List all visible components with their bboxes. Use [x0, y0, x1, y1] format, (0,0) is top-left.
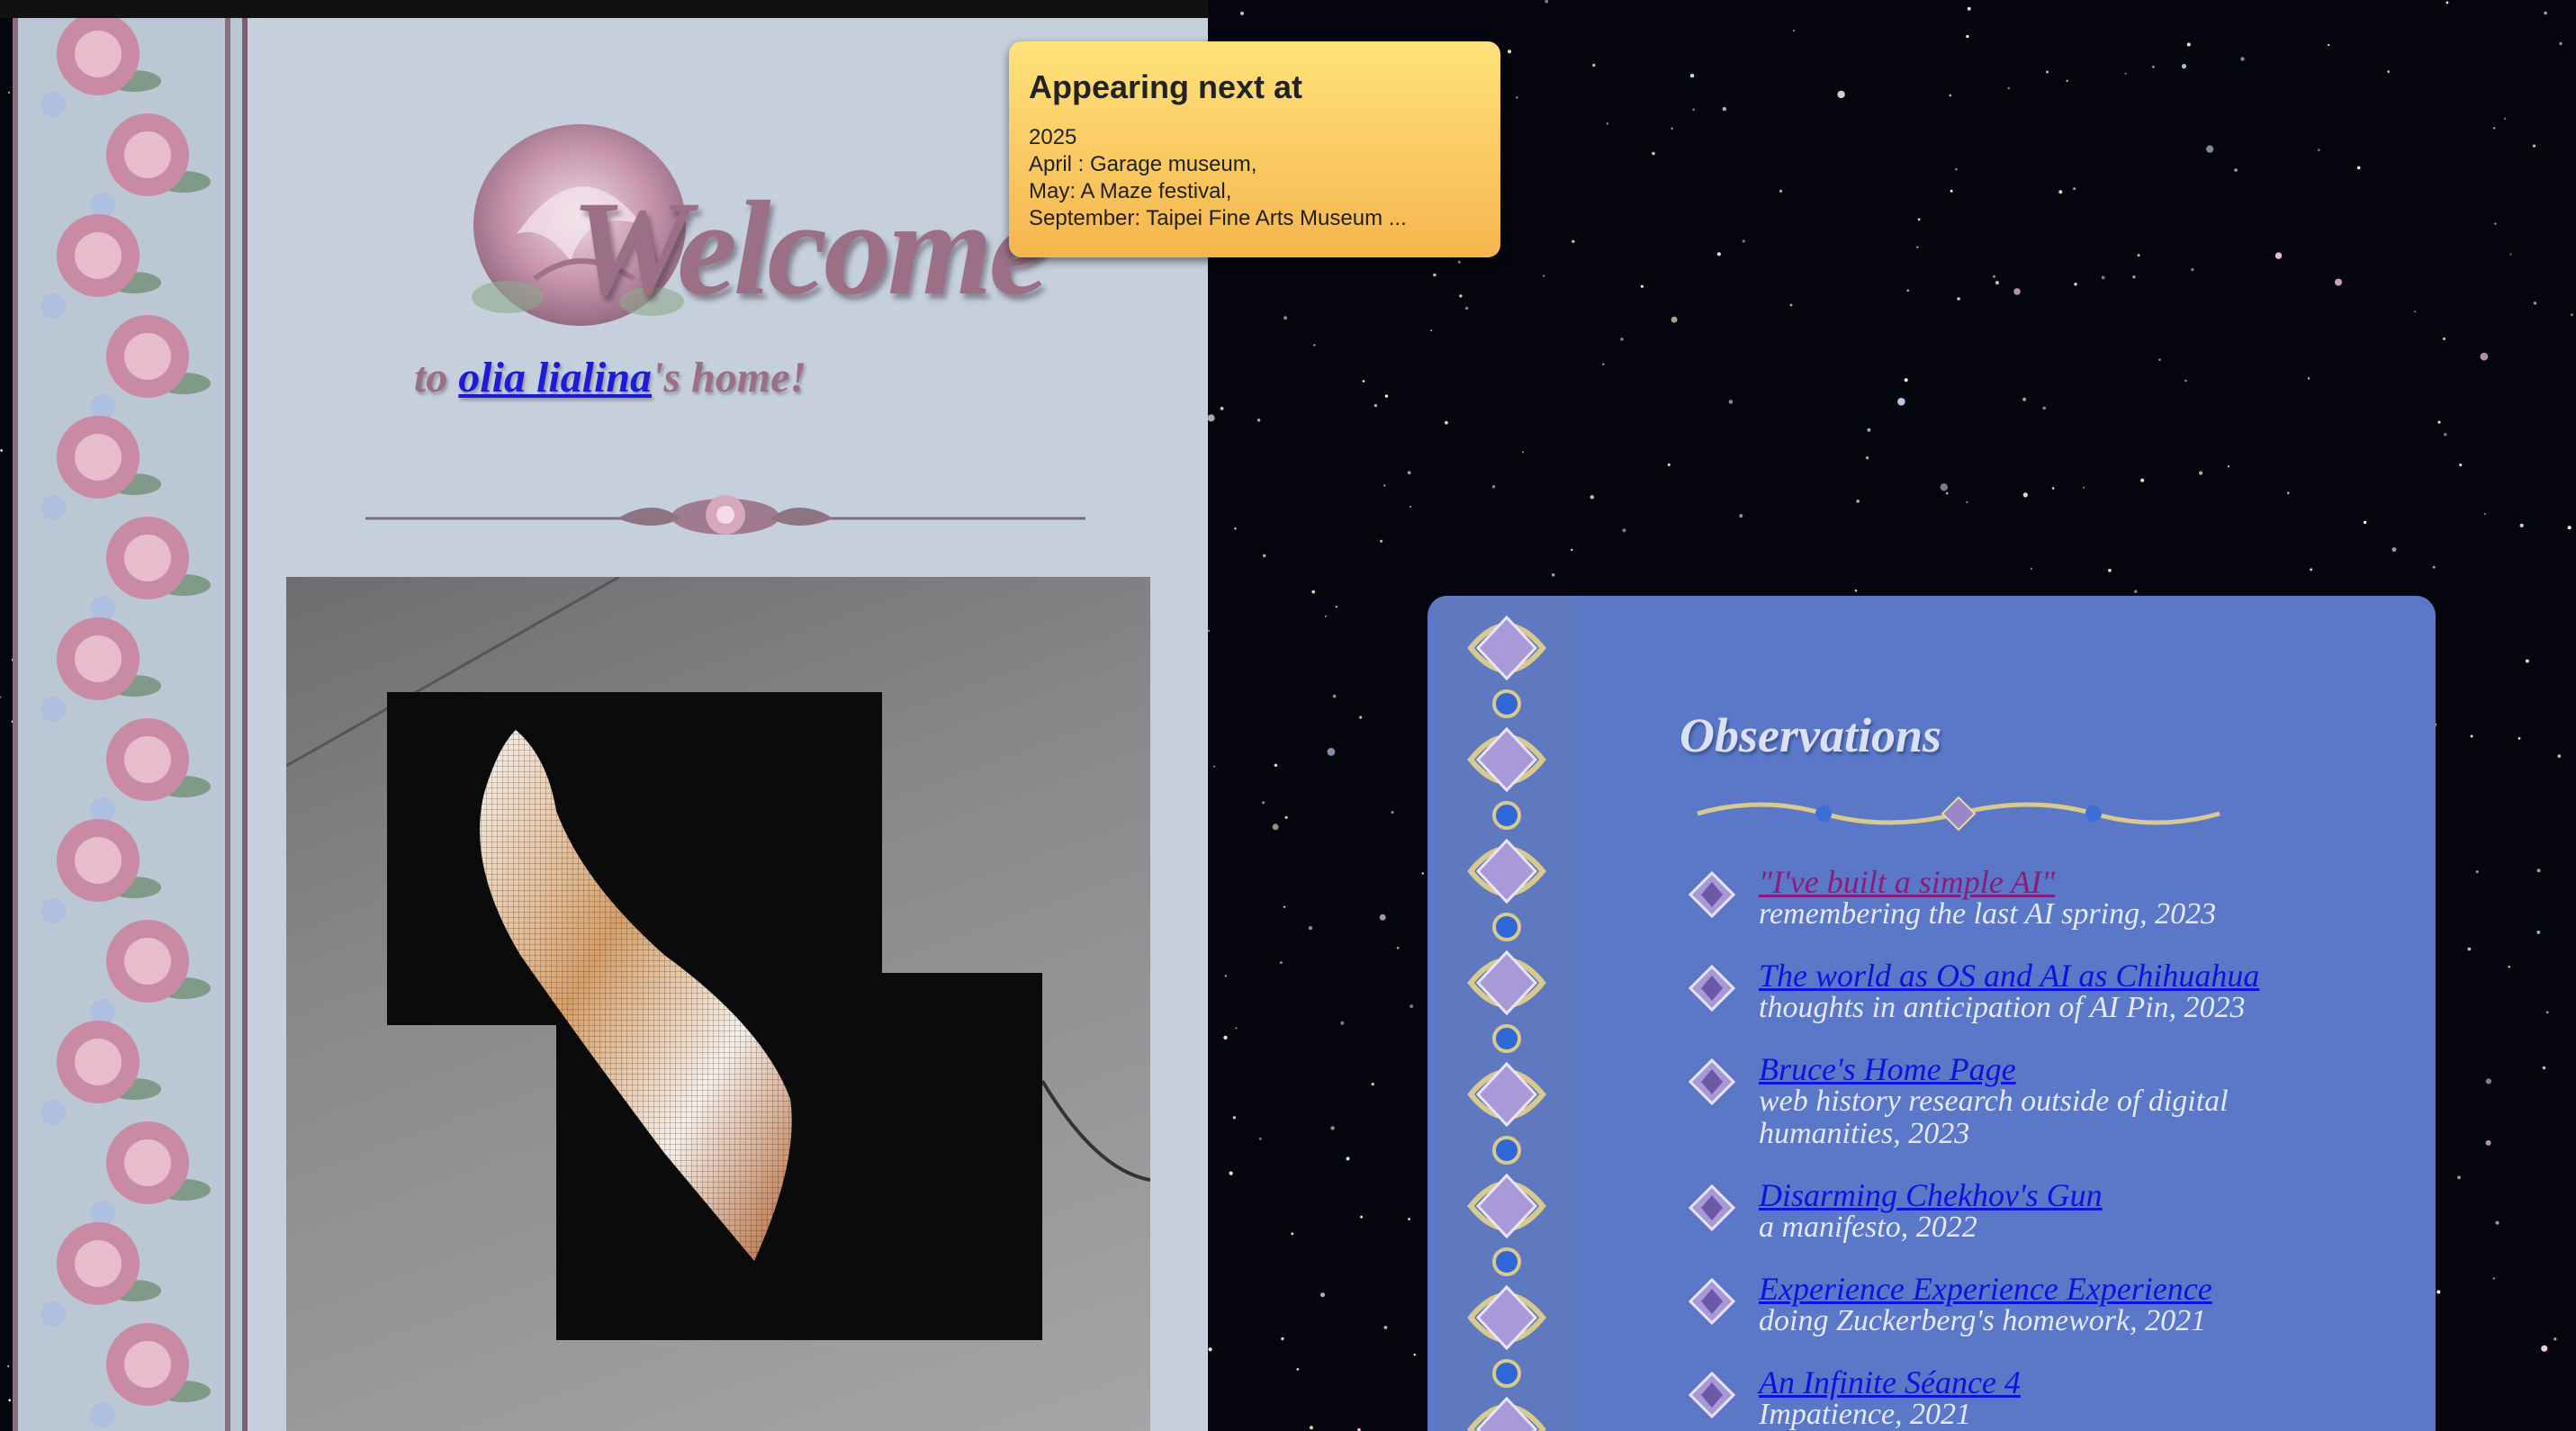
subtitle-prefix: to	[413, 354, 459, 401]
subtitle-suffix: 's home!	[652, 354, 807, 401]
observation-link[interactable]: The world as OS and AI as Chihuahua	[1759, 959, 2409, 992]
tooltip-line: April : Garage museum,	[1029, 152, 1257, 176]
observations-list: "I've built a simple AI" remembering the…	[1689, 866, 2409, 1431]
observation-link[interactable]: Experience Experience Experience	[1759, 1273, 2409, 1305]
top-bar	[0, 0, 1208, 18]
diamond-bullet-icon	[1689, 1278, 1735, 1325]
observation-description: thoughts in anticipation of AI Pin, 2023	[1759, 991, 2246, 1024]
observation-description: Impatience, 2021	[1759, 1398, 1972, 1431]
list-item: The world as OS and AI as Chihuahua thou…	[1689, 959, 2409, 1053]
list-item: Experience Experience Experience doing Z…	[1689, 1273, 2409, 1366]
diamond-bullet-icon	[1689, 1184, 1735, 1231]
observation-link[interactable]: An Infinite Séance 4	[1759, 1366, 2409, 1399]
observation-link[interactable]: "I've built a simple AI"	[1759, 866, 2409, 898]
observation-description: web history research outside of digital …	[1759, 1084, 2229, 1150]
welcome-heading: Welcome	[571, 174, 1049, 323]
observation-description: remembering the last AI spring, 2023	[1759, 897, 2217, 931]
tooltip-title: Appearing next at	[1029, 68, 1303, 105]
artwork-photo	[286, 577, 1150, 1431]
appearing-next-tooltip: Appearing next at 2025 April : Garage mu…	[1009, 41, 1500, 257]
diamond-bullet-icon	[1689, 1058, 1735, 1105]
list-item: Disarming Chekhov's Gun a manifesto, 202…	[1689, 1179, 2409, 1273]
tooltip-line: May: A Maze festival,	[1029, 179, 1232, 203]
diamond-bullet-icon	[1689, 871, 1735, 918]
list-item: "I've built a simple AI" remembering the…	[1689, 866, 2409, 959]
ornament-divider-icon	[1697, 796, 2220, 832]
observation-link[interactable]: Disarming Chekhov's Gun	[1759, 1179, 2409, 1211]
observation-link[interactable]: Bruce's Home Page	[1759, 1053, 2409, 1085]
welcome-subtitle: to olia lialina's home!	[13, 353, 1208, 402]
observations-title: Observations	[1680, 708, 1942, 762]
list-item: Bruce's Home Page web history research o…	[1689, 1053, 2409, 1179]
observation-description: doing Zuckerberg's homework, 2021	[1759, 1304, 2207, 1337]
owner-link[interactable]: olia lialina	[458, 354, 652, 401]
list-item: An Infinite Séance 4 Impatience, 2021	[1689, 1366, 2409, 1431]
diamond-bullet-icon	[1689, 965, 1735, 1012]
diamond-bullet-icon	[1689, 1372, 1735, 1418]
observations-panel: Observations "I've built a simple AI" re…	[1428, 596, 2436, 1431]
floral-border	[13, 18, 248, 1431]
tooltip-line: 2025	[1029, 125, 1077, 149]
jewel-ornament-icon	[1467, 615, 1546, 1431]
jewel-border	[1435, 596, 1579, 1431]
rose-garland-icon	[41, 18, 211, 1427]
welcome-graphic: Welcome	[463, 90, 1049, 342]
observation-description: a manifesto, 2022	[1759, 1210, 1977, 1244]
tooltip-line: September: Taipei Fine Arts Museum ...	[1029, 206, 1407, 230]
floral-divider-icon	[365, 495, 1085, 535]
